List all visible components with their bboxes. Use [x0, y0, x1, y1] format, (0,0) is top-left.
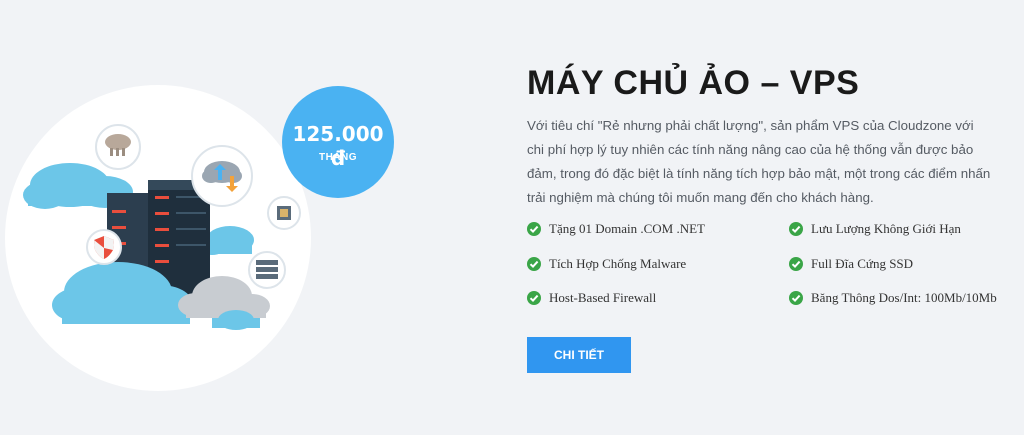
server-cloud-illustration [5, 85, 311, 391]
check-icon [527, 222, 541, 236]
feature-item: Lưu Lượng Không Giới Hạn [789, 221, 961, 237]
feature-label: Host-Based Firewall [549, 290, 657, 305]
check-icon [789, 291, 803, 305]
shield-icon [86, 229, 122, 265]
details-button[interactable]: CHI TIẾT [527, 337, 631, 373]
feature-label: Lưu Lượng Không Giới Hạn [811, 221, 961, 236]
product-description: Với tiêu chí "Rẻ nhưng phải chất lượng",… [527, 118, 991, 205]
vps-illustration: 125.000 đ THÁNG [0, 0, 500, 430]
feature-item: Tặng 01 Domain .COM .NET [527, 221, 705, 237]
cloud-server-icon [95, 124, 141, 170]
feature-item: Host-Based Firewall [527, 290, 656, 306]
check-icon [527, 257, 541, 271]
price-badge: 125.000 đ THÁNG [282, 86, 394, 198]
check-icon [789, 222, 803, 236]
server-stack-icon [248, 251, 286, 289]
feature-label: Tích Hợp Chống Malware [549, 256, 687, 271]
feature-item: Full Đĩa Cứng SSD [789, 256, 913, 272]
feature-label: Tặng 01 Domain .COM .NET [549, 221, 705, 236]
feature-label: Băng Thông Dos/Int: 100Mb/10Mb [811, 290, 997, 305]
chip-icon [267, 196, 301, 230]
feature-item: Tích Hợp Chống Malware [527, 256, 686, 272]
check-icon [527, 291, 541, 305]
cloud-sync-icon [191, 145, 253, 207]
price-unit: THÁNG [318, 152, 358, 163]
product-title: MÁY CHỦ ẢO – VPS [527, 64, 860, 102]
check-icon [789, 257, 803, 271]
feature-item: Băng Thông Dos/Int: 100Mb/10Mb [789, 290, 997, 306]
feature-label: Full Đĩa Cứng SSD [811, 256, 914, 271]
